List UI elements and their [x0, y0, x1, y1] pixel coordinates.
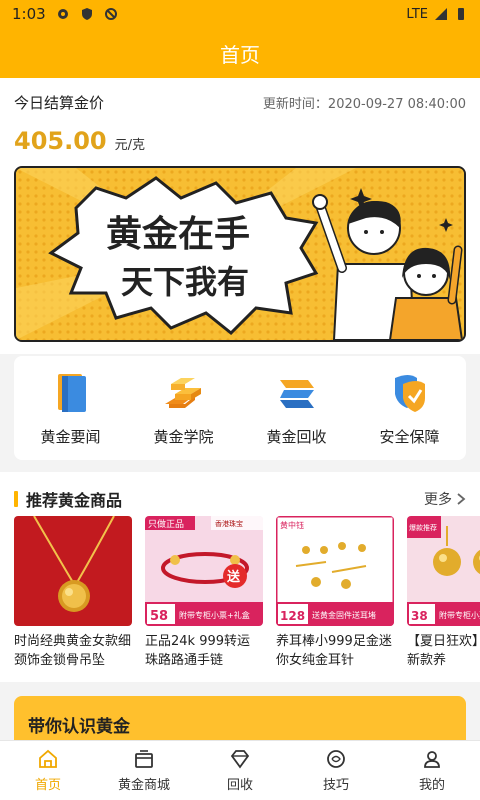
- svg-text:附带专柜小票: 附带专柜小票: [439, 610, 480, 620]
- nav-label: 回收: [226, 778, 253, 793]
- bottom-nav: 首页 黄金商城 回收 技巧 我的: [0, 740, 480, 800]
- status-bar: 1:03 LTE: [0, 0, 480, 28]
- price-value: 405.00: [14, 127, 107, 155]
- page-title: 首页: [220, 42, 260, 67]
- product-card[interactable]: 只做正品 香港珠宝 送 58 附带专柜小票+礼盒 正品24k 999转运珠路路通…: [145, 516, 263, 670]
- update-time: 更新时间：2020-09-27 08:40:00: [262, 97, 466, 112]
- app-bar: 首页: [0, 28, 480, 78]
- banner-line2: 天下我有: [121, 263, 249, 301]
- recycle-icon: [279, 379, 314, 408]
- network-label: LTE: [406, 6, 428, 22]
- shield-icon: [394, 374, 425, 412]
- grid-label: 安全保障: [379, 427, 440, 446]
- grid-item-security[interactable]: 安全保障: [360, 370, 460, 447]
- product-name: 时尚经典黄金女款细颈饰金锁骨吊坠: [14, 634, 132, 668]
- nav-label: 黄金商城: [117, 778, 170, 793]
- settings-icon: [57, 9, 68, 19]
- more-link[interactable]: 更多: [424, 489, 466, 509]
- nav-recycle[interactable]: 回收: [192, 741, 288, 800]
- nav-label: 我的: [418, 778, 445, 793]
- nav-label: 首页: [34, 778, 61, 793]
- diamond-icon: [230, 750, 250, 769]
- nav-home[interactable]: 首页: [0, 741, 96, 800]
- grid-label: 黄金回收: [266, 427, 327, 446]
- product-card[interactable]: 黄中钰 128 送黄金固件送耳堵 养耳棒小999足金迷你女纯金耳针: [276, 516, 394, 670]
- nav-tips[interactable]: 技巧: [288, 741, 384, 800]
- product-name: 【夏日狂欢】金999新款养: [407, 634, 480, 668]
- svg-text:黄中钰: 黄中钰: [280, 520, 304, 530]
- product-image: 爆款推荐 38 附带专柜小票: [407, 516, 480, 626]
- gold-price-card: 今日结算金价 更新时间：2020-09-27 08:40:00 405.00 元…: [0, 78, 480, 158]
- banner-area: 黄金在手 天下我有: [0, 158, 480, 354]
- promo-banner[interactable]: 黄金在手 天下我有: [14, 166, 466, 342]
- battery-icon: [458, 8, 464, 20]
- learn-title: 带你认识黄金: [28, 717, 130, 737]
- svg-text:58: 58: [150, 609, 168, 624]
- product-list: 时尚经典黄金女款细颈饰金锁骨吊坠 只做正品 香港珠宝 送 58 附带专柜小票+礼…: [14, 516, 480, 670]
- svg-text:送黄金固件送耳堵: 送黄金固件送耳堵: [312, 610, 376, 620]
- svg-text:128: 128: [280, 609, 305, 623]
- price-label: 今日结算金价: [14, 94, 105, 112]
- product-image: 只做正品 香港珠宝 送 58 附带专柜小票+礼盒: [145, 516, 263, 626]
- grid-item-news[interactable]: 黄金要闻: [21, 370, 121, 447]
- banner-illustration: 黄金在手 天下我有: [16, 168, 464, 340]
- feature-grid: 黄金要闻 黄金学院 黄金回收 安全保障: [14, 356, 466, 460]
- more-label: 更多: [424, 492, 452, 508]
- signal-icon: [435, 8, 447, 20]
- product-image: 黄中钰 128 送黄金固件送耳堵: [276, 516, 394, 626]
- svg-text:香港珠宝: 香港珠宝: [215, 519, 243, 528]
- section-accent-bar: [14, 491, 18, 507]
- tips-icon: [327, 750, 345, 768]
- product-card[interactable]: 爆款推荐 38 附带专柜小票 【夏日狂欢】金999新款养: [407, 516, 480, 670]
- svg-text:只做正品: 只做正品: [148, 518, 184, 530]
- home-icon: [39, 749, 57, 768]
- svg-text:38: 38: [411, 609, 428, 623]
- user-icon: [424, 751, 440, 768]
- status-time: 1:03: [12, 5, 46, 23]
- product-card[interactable]: 时尚经典黄金女款细颈饰金锁骨吊坠: [14, 516, 132, 670]
- grid-item-recycle[interactable]: 黄金回收: [247, 370, 347, 447]
- recommend-section: 推荐黄金商品 更多 时尚经典黄金女款细颈饰金锁骨吊坠 只做正品 香港珠宝 送 5…: [0, 472, 480, 682]
- banner-line1: 黄金在手: [106, 213, 250, 255]
- product-name: 正品24k 999转运珠路路通手链: [145, 634, 251, 668]
- price-unit: 元/克: [114, 138, 146, 153]
- grid-label: 黄金要闻: [40, 427, 101, 446]
- nav-shop[interactable]: 黄金商城: [96, 741, 192, 800]
- grid-label: 黄金学院: [153, 427, 214, 446]
- nav-mine[interactable]: 我的: [384, 741, 480, 800]
- shield-status-icon: [81, 8, 92, 20]
- section-header: 推荐黄金商品 更多: [0, 472, 480, 514]
- chevron-right-icon: [457, 493, 466, 505]
- product-image: [14, 516, 132, 626]
- sync-icon: [104, 8, 117, 20]
- book-icon: [57, 373, 86, 412]
- grid-item-academy[interactable]: 黄金学院: [134, 370, 234, 447]
- nav-label: 技巧: [322, 778, 349, 793]
- shop-icon: [135, 750, 153, 768]
- svg-text:附带专柜小票+礼盒: 附带专柜小票+礼盒: [179, 610, 250, 620]
- svg-text:送: 送: [226, 569, 241, 585]
- product-name: 养耳棒小999足金迷你女纯金耳针: [276, 634, 392, 668]
- svg-text:爆款推荐: 爆款推荐: [409, 523, 437, 532]
- gold-bars-icon: [164, 377, 201, 408]
- section-title: 推荐黄金商品: [26, 491, 123, 510]
